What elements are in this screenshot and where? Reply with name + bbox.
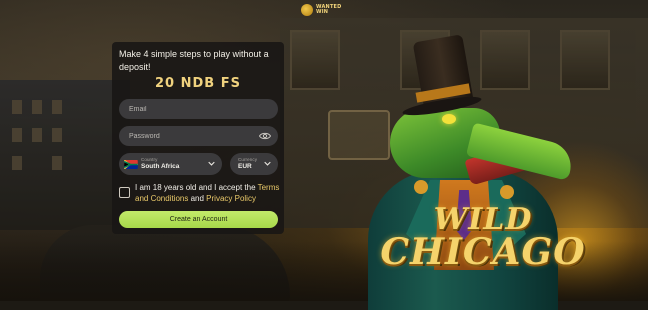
site-logo[interactable]: WANTED WIN xyxy=(301,3,342,16)
background-left-building xyxy=(0,80,130,230)
password-field[interactable] xyxy=(119,126,278,146)
country-label: Country xyxy=(141,157,158,162)
email-field[interactable] xyxy=(119,99,278,119)
chevron-down-icon xyxy=(208,161,215,166)
logo-badge-icon xyxy=(301,4,313,16)
currency-value: EUR xyxy=(238,163,252,170)
game-title-logo: WILD CHICAGO xyxy=(378,205,588,273)
terms-text: I am 18 years old and I accept the Terms… xyxy=(135,182,283,204)
age-terms-checkbox[interactable] xyxy=(119,187,130,198)
south-africa-flag-icon xyxy=(124,160,138,169)
eye-icon[interactable] xyxy=(259,132,271,140)
create-account-button[interactable]: Create an Account xyxy=(119,211,278,228)
country-value: South Africa xyxy=(141,163,180,170)
privacy-link[interactable]: Privacy Policy xyxy=(206,194,256,203)
currency-select[interactable]: Currency EUR xyxy=(230,153,278,175)
chevron-down-icon xyxy=(264,161,271,166)
currency-label: Currency xyxy=(238,157,258,162)
game-title-line2: CHICAGO xyxy=(380,231,586,273)
promo-offer: 20 NDB FS xyxy=(155,76,241,91)
terms-and: and xyxy=(188,194,207,203)
registration-heading: Make 4 simple steps to play without a de… xyxy=(119,49,269,72)
logo-text: WANTED WIN xyxy=(316,3,342,15)
country-select[interactable]: Country South Africa xyxy=(119,153,222,175)
terms-prefix: I am 18 years old and I accept the xyxy=(135,183,258,192)
